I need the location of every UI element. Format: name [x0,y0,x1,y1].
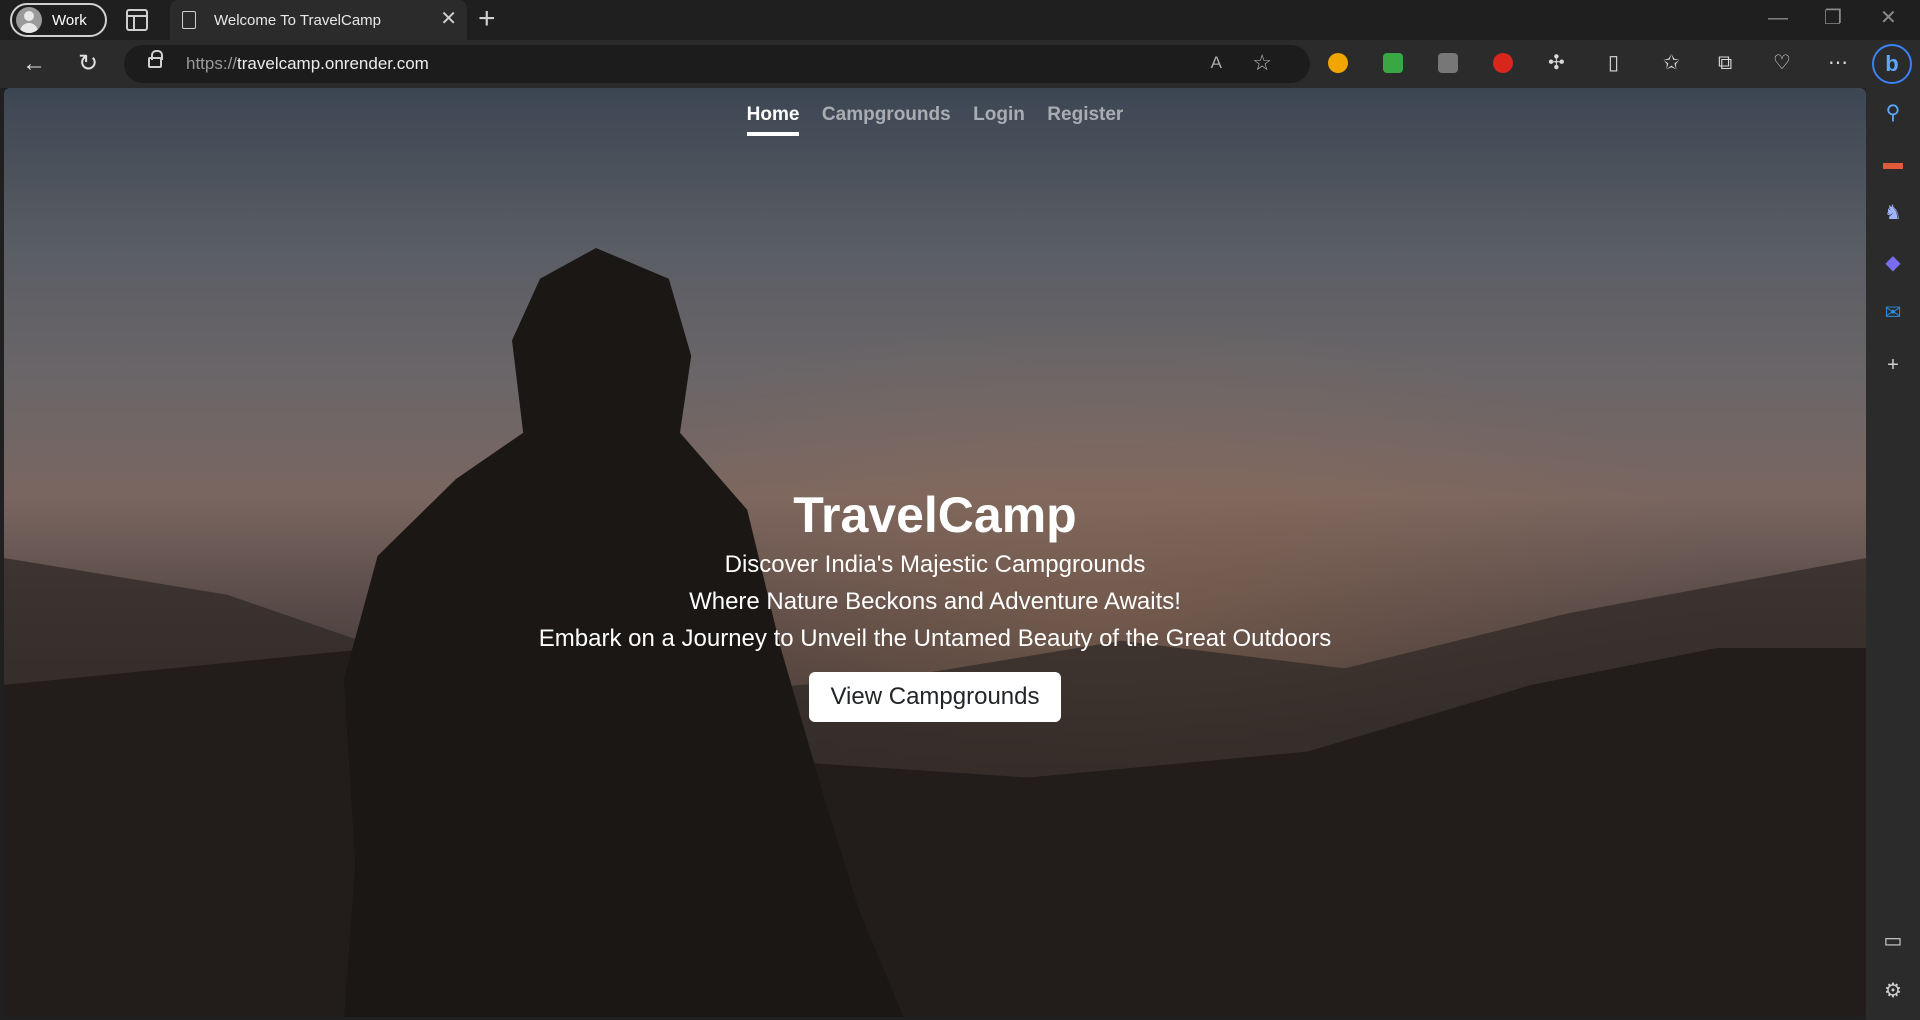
read-aloud-icon[interactable]: A [1211,53,1222,73]
profile-label: Work [52,11,87,29]
hero-line-2: Where Nature Beckons and Adventure Await… [689,588,1181,615]
collections-icon[interactable]: ⧉ [1718,51,1732,75]
search-icon[interactable]: ⚲ [1880,100,1906,126]
profile-button[interactable]: Work [10,3,107,37]
page-icon [182,11,196,29]
lock-icon[interactable] [148,50,163,68]
office-icon[interactable]: ◆ [1880,250,1906,276]
browser-toolbar: ← ↻ https://travelcamp.onrender.com A ☆ … [0,40,1920,88]
close-window-icon[interactable]: ✕ [1880,8,1897,28]
minimize-icon[interactable]: — [1768,8,1788,28]
nav-home[interactable]: Home [746,104,800,136]
edge-sidebar: ⚲ ▬ ♞ ◆ ✉ + ▭ ⚙ [1866,88,1920,1020]
site-nav: Home Campgrounds Login Register [4,104,1866,136]
extensions-icon[interactable]: ✣ [1548,51,1565,75]
tools-icon[interactable]: ▬ [1880,150,1906,176]
hero-line-1: Discover India's Majestic Campgrounds [724,551,1146,578]
copilot-icon[interactable]: b [1872,44,1912,84]
settings-gear-icon[interactable]: ⚙ [1880,978,1906,1004]
split-screen-icon[interactable]: ▯ [1608,51,1619,75]
more-options-icon[interactable]: ⋯ [1828,51,1848,75]
home-extension-icon[interactable] [1328,53,1348,73]
restore-icon[interactable]: ❐ [1824,8,1842,28]
address-bar[interactable]: https://travelcamp.onrender.com A ☆ [124,45,1310,83]
add-icon[interactable]: + [1880,352,1906,378]
nav-campgrounds[interactable]: Campgrounds [822,104,951,132]
hero-section: TravelCamp Discover India's Majestic Cam… [4,484,1866,722]
back-icon[interactable]: ← [22,50,46,78]
profile-avatar-icon [16,7,42,33]
hero-title: TravelCamp [793,487,1077,543]
title-bar: Work Welcome To TravelCamp ✕ + — ❐ ✕ [0,0,1920,40]
favorite-star-icon[interactable]: ☆ [1252,50,1272,76]
web-page: Home Campgrounds Login Register TravelCa… [4,88,1866,1017]
games-icon[interactable]: ♞ [1880,200,1906,226]
gray-extension-icon[interactable] [1438,53,1458,73]
nav-register[interactable]: Register [1047,104,1123,132]
green-extension-icon[interactable] [1383,53,1403,73]
new-tab-icon[interactable]: + [478,4,496,34]
hide-sidebar-icon[interactable]: ▭ [1880,928,1906,954]
tab-actions-icon[interactable] [126,9,148,31]
browser-essentials-icon[interactable]: ♡ [1773,51,1791,75]
refresh-icon[interactable]: ↻ [78,50,98,78]
favorites-icon[interactable]: ✩ [1663,51,1680,75]
browser-tab[interactable]: Welcome To TravelCamp ✕ [170,0,467,40]
nav-login[interactable]: Login [973,104,1025,132]
view-campgrounds-button[interactable]: View Campgrounds [809,672,1061,722]
outlook-icon[interactable]: ✉ [1880,300,1906,326]
hero-line-3: Embark on a Journey to Unveil the Untame… [538,625,1332,652]
close-tab-icon[interactable]: ✕ [440,9,457,29]
tab-title: Welcome To TravelCamp [214,11,382,29]
red-extension-icon[interactable] [1493,53,1513,73]
url-text: https://travelcamp.onrender.com [186,54,429,73]
